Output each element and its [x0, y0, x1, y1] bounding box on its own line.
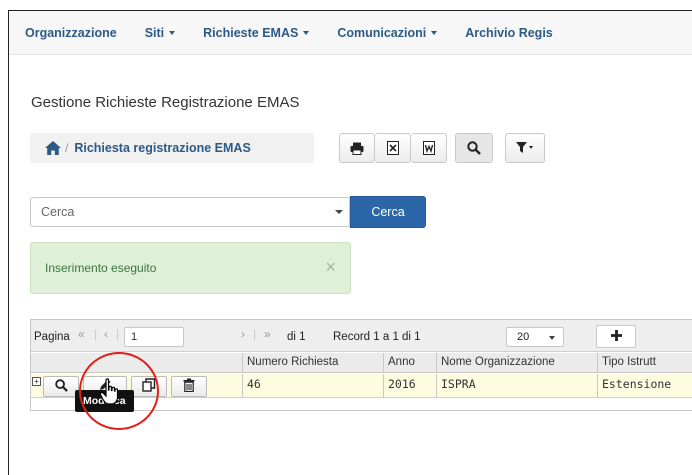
search-dropdown-toggle[interactable]: [327, 197, 350, 227]
page-count: di 1: [287, 331, 306, 343]
pager-divider: |: [116, 327, 120, 341]
first-page-button[interactable]: «: [78, 327, 85, 341]
print-icon: [350, 142, 364, 155]
nav-label: Comunicazioni: [337, 25, 427, 40]
column-header[interactable]: Nome Organizzazione: [437, 353, 598, 372]
page-title: Gestione Richieste Registrazione EMAS: [31, 94, 300, 111]
column-header[interactable]: Anno: [384, 353, 437, 372]
pager: Pagina « | ‹ | 1 › | » di 1 Record 1 a 1…: [31, 320, 692, 352]
search-placeholder: Cerca: [41, 205, 75, 219]
chevron-down-icon: [169, 30, 176, 35]
chevron-down-icon: [549, 336, 555, 340]
filter-icon: [516, 142, 534, 154]
cell-nome-organizzazione: ISPRA: [437, 374, 598, 397]
delete-button[interactable]: [171, 376, 207, 397]
next-page-button[interactable]: ›: [241, 327, 245, 341]
print-button[interactable]: [339, 133, 375, 163]
breadcrumb-current: Richiesta registrazione EMAS: [74, 141, 251, 155]
page-size-select[interactable]: 20: [506, 327, 564, 347]
pager-label: Pagina: [34, 331, 70, 343]
top-navbar: Organizzazione Siti Richieste EMAS Comun…: [9, 11, 692, 55]
nav-organizzazione[interactable]: Organizzazione: [25, 26, 117, 40]
column-header[interactable]: Tipo Istrutt: [598, 353, 692, 372]
page-number-input[interactable]: 1: [124, 327, 184, 347]
search-icon: [467, 141, 481, 155]
nav-label: Siti: [144, 25, 165, 40]
hand-cursor-icon: [99, 378, 123, 409]
nav-archivio[interactable]: Archivio Regis: [465, 26, 553, 40]
search-toggle-button[interactable]: [455, 133, 493, 163]
home-icon[interactable]: [44, 140, 62, 156]
nav-label: Richieste EMAS: [203, 25, 299, 40]
plus-icon: [610, 329, 623, 345]
pager-divider: |: [253, 327, 257, 341]
nav-label: Archivio Regis: [465, 25, 553, 40]
nav-label: Organizzazione: [25, 25, 117, 40]
cell-numero-richiesta: 46: [243, 374, 384, 397]
add-record-button[interactable]: [596, 325, 636, 348]
export-excel-button[interactable]: [375, 133, 411, 163]
chevron-down-icon: [431, 30, 438, 35]
column-header[interactable]: Numero Richiesta: [243, 353, 384, 372]
page-size-value: 20: [517, 331, 530, 343]
nav-siti[interactable]: Siti: [144, 25, 176, 40]
filter-button[interactable]: [505, 133, 545, 163]
export-word-button[interactable]: [411, 133, 447, 163]
cell-tipo-istruttoria: Estensione: [598, 374, 692, 397]
view-button[interactable]: [43, 376, 79, 397]
search-button[interactable]: Cerca: [350, 196, 426, 228]
search-input[interactable]: Cerca: [30, 197, 350, 227]
chevron-down-icon: [303, 30, 310, 35]
prev-page-button[interactable]: ‹: [104, 327, 108, 341]
breadcrumb-separator: /: [65, 141, 69, 155]
search-icon: [54, 378, 68, 395]
cell-anno: 2016: [384, 374, 437, 397]
nav-richieste-emas[interactable]: Richieste EMAS: [203, 25, 310, 40]
excel-icon: [386, 141, 399, 155]
record-count: Record 1 a 1 di 1: [333, 331, 421, 343]
trash-icon: [183, 378, 195, 395]
pager-divider: |: [94, 327, 98, 341]
chevron-down-icon: [334, 210, 343, 214]
success-alert: Inserimento eseguito ×: [30, 242, 351, 294]
alert-message: Inserimento eseguito: [45, 261, 157, 275]
last-page-button[interactable]: »: [264, 327, 271, 341]
word-icon: [422, 141, 435, 155]
breadcrumb: / Richiesta registrazione EMAS: [30, 133, 314, 163]
close-icon[interactable]: ×: [325, 258, 336, 276]
expand-row-icon[interactable]: +: [32, 377, 41, 386]
nav-comunicazioni[interactable]: Comunicazioni: [337, 25, 438, 40]
